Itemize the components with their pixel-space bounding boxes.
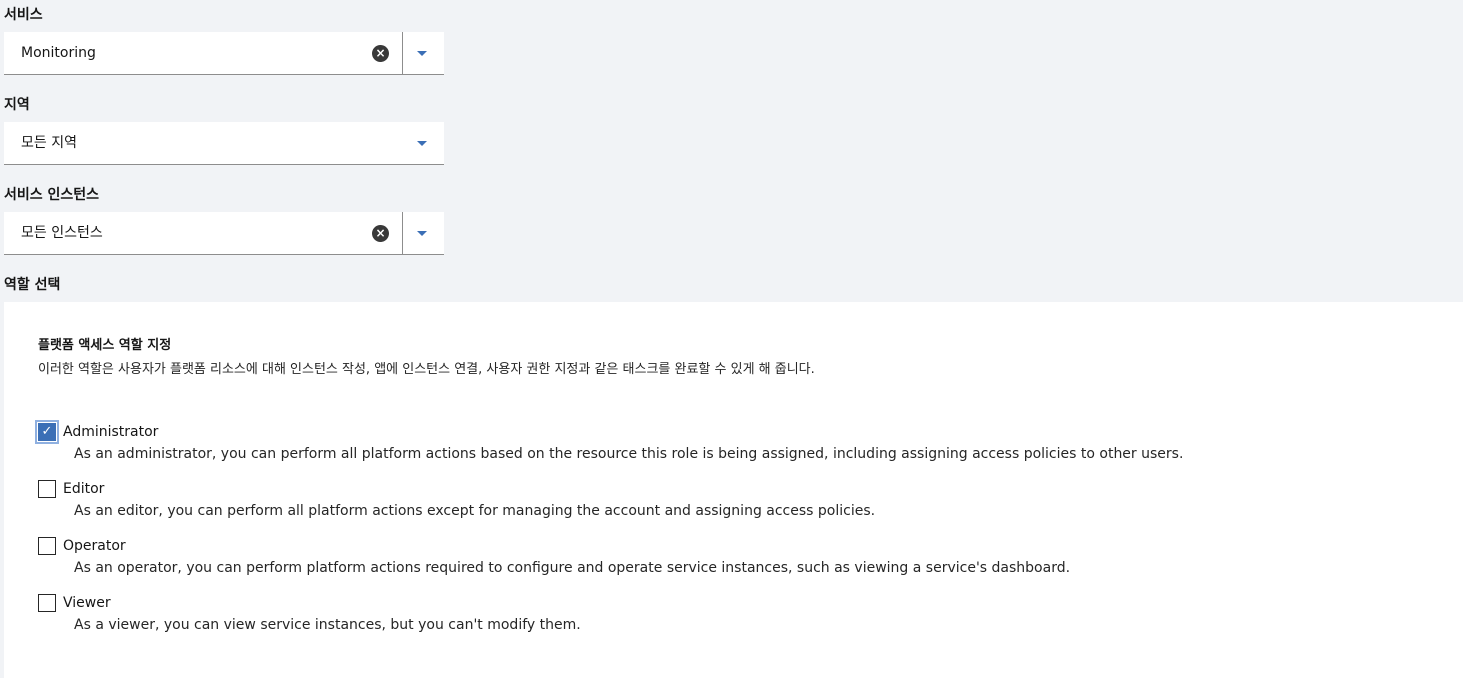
role-description: As a viewer, you can view service instan…: [74, 617, 581, 633]
service-instance-combobox[interactable]: 모든 인스턴스 ×: [4, 212, 444, 255]
service-value[interactable]: Monitoring: [21, 32, 96, 75]
role-name[interactable]: Editor: [63, 479, 104, 499]
close-circle-icon[interactable]: ×: [372, 225, 389, 242]
role-description: As an operator, you can perform platform…: [74, 560, 1071, 576]
role-description: As an administrator, you can perform all…: [74, 446, 1184, 462]
close-circle-icon[interactable]: ×: [372, 45, 389, 62]
caret-down-icon[interactable]: [417, 141, 427, 146]
combobox-divider: [402, 32, 403, 74]
administrator-checkbox[interactable]: ✓: [35, 420, 59, 444]
operator-checkbox[interactable]: [38, 537, 56, 555]
caret-down-icon[interactable]: [417, 51, 427, 56]
caret-down-icon[interactable]: [417, 231, 427, 236]
service-combobox[interactable]: Monitoring ×: [4, 32, 444, 75]
editor-checkbox[interactable]: [38, 480, 56, 498]
service-instance-value[interactable]: 모든 인스턴스: [21, 212, 103, 255]
combobox-divider: [402, 212, 403, 254]
service-instance-label: 서비스 인스턴스: [4, 187, 100, 203]
service-label: 서비스: [4, 7, 43, 23]
role-name[interactable]: Viewer: [63, 593, 111, 613]
platform-roles-panel: 플랫폼 액세스 역할 지정 이러한 역할은 사용자가 플랫폼 리소스에 대해 인…: [4, 302, 1463, 678]
role-description: As an editor, you can perform all platfo…: [74, 503, 876, 519]
viewer-checkbox[interactable]: [38, 594, 56, 612]
role-name[interactable]: Operator: [63, 536, 126, 556]
region-value[interactable]: 모든 지역: [21, 122, 77, 165]
region-dropdown[interactable]: 모든 지역: [4, 122, 444, 165]
region-label: 지역: [4, 97, 30, 113]
role-name[interactable]: Administrator: [63, 422, 158, 442]
platform-roles-title: 플랫폼 액세스 역할 지정: [38, 338, 172, 353]
platform-roles-description: 이러한 역할은 사용자가 플랫폼 리소스에 대해 인스턴스 작성, 앱에 인스턴…: [38, 362, 815, 377]
role-select-label: 역할 선택: [4, 277, 61, 293]
